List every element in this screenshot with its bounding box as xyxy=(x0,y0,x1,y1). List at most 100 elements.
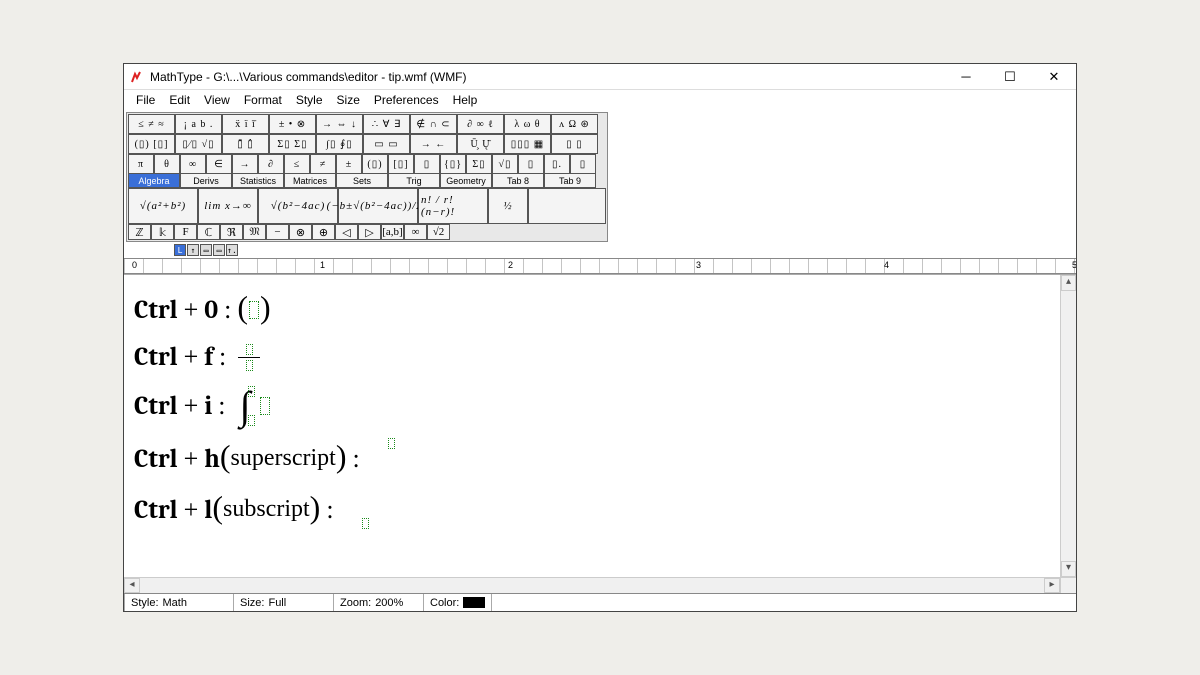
palette-button[interactable]: ∞ xyxy=(180,154,206,174)
equation-line: Ctrl+f: xyxy=(134,342,1050,372)
menu-help[interactable]: Help xyxy=(447,91,484,109)
palette-button[interactable]: ± • ⊗ xyxy=(269,114,316,134)
symbol-button[interactable]: − xyxy=(266,224,289,240)
palette-button[interactable]: ¡ a b . xyxy=(175,114,222,134)
palette-button[interactable]: ▯. xyxy=(544,154,570,174)
palette-button[interactable]: ∂ ∞ ℓ xyxy=(457,114,504,134)
menu-file[interactable]: File xyxy=(130,91,161,109)
palette-button[interactable]: λ ω θ xyxy=(504,114,551,134)
maximize-button[interactable]: ☐ xyxy=(988,64,1032,89)
palette-button[interactable]: (▯) xyxy=(362,154,388,174)
palette-button[interactable]: {▯} xyxy=(440,154,466,174)
window-controls: ─ ☐ ✕ xyxy=(944,64,1076,89)
menu-style[interactable]: Style xyxy=(290,91,329,109)
size-button[interactable]: ▭ xyxy=(200,244,212,256)
menu-size[interactable]: Size xyxy=(331,91,366,109)
vertical-scrollbar[interactable]: ▴ ▾ xyxy=(1060,275,1076,577)
equation-canvas[interactable]: Ctrl+0:()Ctrl+f:Ctrl+i:∫Ctrl+h(superscri… xyxy=(124,275,1060,577)
palette-button[interactable]: ≤ ≠ ≈ xyxy=(128,114,175,134)
symbol-button[interactable]: ∞ xyxy=(404,224,427,240)
close-button[interactable]: ✕ xyxy=(1032,64,1076,89)
size-button[interactable]: ↑ xyxy=(187,244,199,256)
palette-button[interactable]: π xyxy=(128,154,154,174)
symbol-button[interactable]: [a,b] xyxy=(381,224,404,240)
palette-button[interactable]: ∴ ∀ ∃ xyxy=(363,114,410,134)
equation-line: Ctrl+0:() xyxy=(134,291,1050,328)
palette-button[interactable]: ẍ ï ī̄ xyxy=(222,114,269,134)
symbol-button[interactable]: ⊕ xyxy=(312,224,335,240)
symbol-button[interactable]: F xyxy=(174,224,197,240)
tab-geometry[interactable]: Geometry xyxy=(440,174,492,188)
size-button[interactable]: L xyxy=(174,244,186,256)
symbol-button[interactable]: ℜ xyxy=(220,224,243,240)
template-button[interactable]: (−b±√(b²−4ac))/2a xyxy=(338,188,418,224)
symbol-button[interactable]: 𝕜 xyxy=(151,224,174,240)
tab-tab-9[interactable]: Tab 9 xyxy=(544,174,596,188)
menu-preferences[interactable]: Preferences xyxy=(368,91,445,109)
size-button[interactable]: ↑. xyxy=(226,244,238,256)
ruler-mark: 4 xyxy=(884,260,889,270)
symbol-button[interactable]: ℂ xyxy=(197,224,220,240)
palette-button[interactable]: → ⇔ ↓ xyxy=(316,114,363,134)
symbol-button[interactable]: ⊗ xyxy=(289,224,312,240)
palette-button[interactable]: (▯) [▯] xyxy=(128,134,175,154)
menu-view[interactable]: View xyxy=(198,91,236,109)
symbol-button[interactable]: ◁ xyxy=(335,224,358,240)
scroll-right-icon[interactable]: ▸ xyxy=(1044,578,1060,593)
menu-edit[interactable]: Edit xyxy=(163,91,196,109)
template-button[interactable]: n! / r!(n−r)! xyxy=(418,188,488,224)
tab-matrices[interactable]: Matrices xyxy=(284,174,336,188)
palette-button[interactable]: ▯ xyxy=(570,154,596,174)
symbol-button[interactable]: √2 xyxy=(427,224,450,240)
palette-button[interactable]: √▯ xyxy=(492,154,518,174)
menubar: FileEditViewFormatStyleSizePreferencesHe… xyxy=(124,90,1076,110)
tab-tab-8[interactable]: Tab 8 xyxy=(492,174,544,188)
palette-button[interactable]: ∈ xyxy=(206,154,232,174)
palette-button[interactable]: ≠ xyxy=(310,154,336,174)
palette-button[interactable]: ▯ xyxy=(414,154,440,174)
ruler: 012345 xyxy=(124,258,1076,274)
palette-button[interactable]: ▯▯▯ ▦ xyxy=(504,134,551,154)
ruler-mark: 0 xyxy=(132,260,137,270)
template-button[interactable]: lim x→∞ xyxy=(198,188,258,224)
statusbar: Style: Math Size: Full Zoom: 200% Color: xyxy=(124,593,1076,611)
equation-line: Ctrl+i:∫ xyxy=(134,386,1050,426)
palette-button[interactable]: ∉ ∩ ⊂ xyxy=(410,114,457,134)
symbol-button[interactable]: 𝔐 xyxy=(243,224,266,240)
toolbox: ≤ ≠ ≈¡ a b .ẍ ï ī̄± • ⊗→ ⇔ ↓∴ ∀ ∃∉ ∩ ⊂∂ … xyxy=(126,112,608,242)
size-button[interactable]: ▭ xyxy=(213,244,225,256)
template-button[interactable]: ½ xyxy=(488,188,528,224)
symbol-button[interactable]: ℤ xyxy=(128,224,151,240)
palette-button[interactable]: → xyxy=(232,154,258,174)
tab-statistics[interactable]: Statistics xyxy=(232,174,284,188)
menu-format[interactable]: Format xyxy=(238,91,288,109)
tab-algebra[interactable]: Algebra xyxy=(128,174,180,188)
palette-button[interactable]: ▯ ▯ xyxy=(551,134,598,154)
palette-button[interactable]: ▯⁄▯ √▯ xyxy=(175,134,222,154)
scroll-down-icon[interactable]: ▾ xyxy=(1061,561,1076,577)
palette-button[interactable]: ᴧ Ω ⊛ xyxy=(551,114,598,134)
template-button[interactable]: √(a²+b²) xyxy=(128,188,198,224)
palette-button[interactable]: ▭ ▭ xyxy=(363,134,410,154)
palette-button[interactable]: ≤ xyxy=(284,154,310,174)
palette-button[interactable]: Ū̧ Ų̄ xyxy=(457,134,504,154)
palette-button[interactable]: ▯̄ ▯̂ xyxy=(222,134,269,154)
horizontal-scrollbar[interactable]: ◂ ▸ xyxy=(124,578,1060,593)
palette-button[interactable]: ▯ xyxy=(518,154,544,174)
tab-trig[interactable]: Trig xyxy=(388,174,440,188)
tab-derivs[interactable]: Derivs xyxy=(180,174,232,188)
palette-button[interactable]: ∫▯ ∮▯ xyxy=(316,134,363,154)
palette-button[interactable]: [▯] xyxy=(388,154,414,174)
scroll-left-icon[interactable]: ◂ xyxy=(124,578,140,593)
ruler-mark: 1 xyxy=(320,260,325,270)
palette-button[interactable]: θ xyxy=(154,154,180,174)
palette-button[interactable]: ± xyxy=(336,154,362,174)
symbol-button[interactable]: ▷ xyxy=(358,224,381,240)
minimize-button[interactable]: ─ xyxy=(944,64,988,89)
scroll-up-icon[interactable]: ▴ xyxy=(1061,275,1076,291)
palette-button[interactable]: Σ▯ Σ▯ xyxy=(269,134,316,154)
palette-button[interactable]: ∂ xyxy=(258,154,284,174)
palette-button[interactable]: → ← xyxy=(410,134,457,154)
palette-button[interactable]: Σ▯ xyxy=(466,154,492,174)
tab-sets[interactable]: Sets xyxy=(336,174,388,188)
